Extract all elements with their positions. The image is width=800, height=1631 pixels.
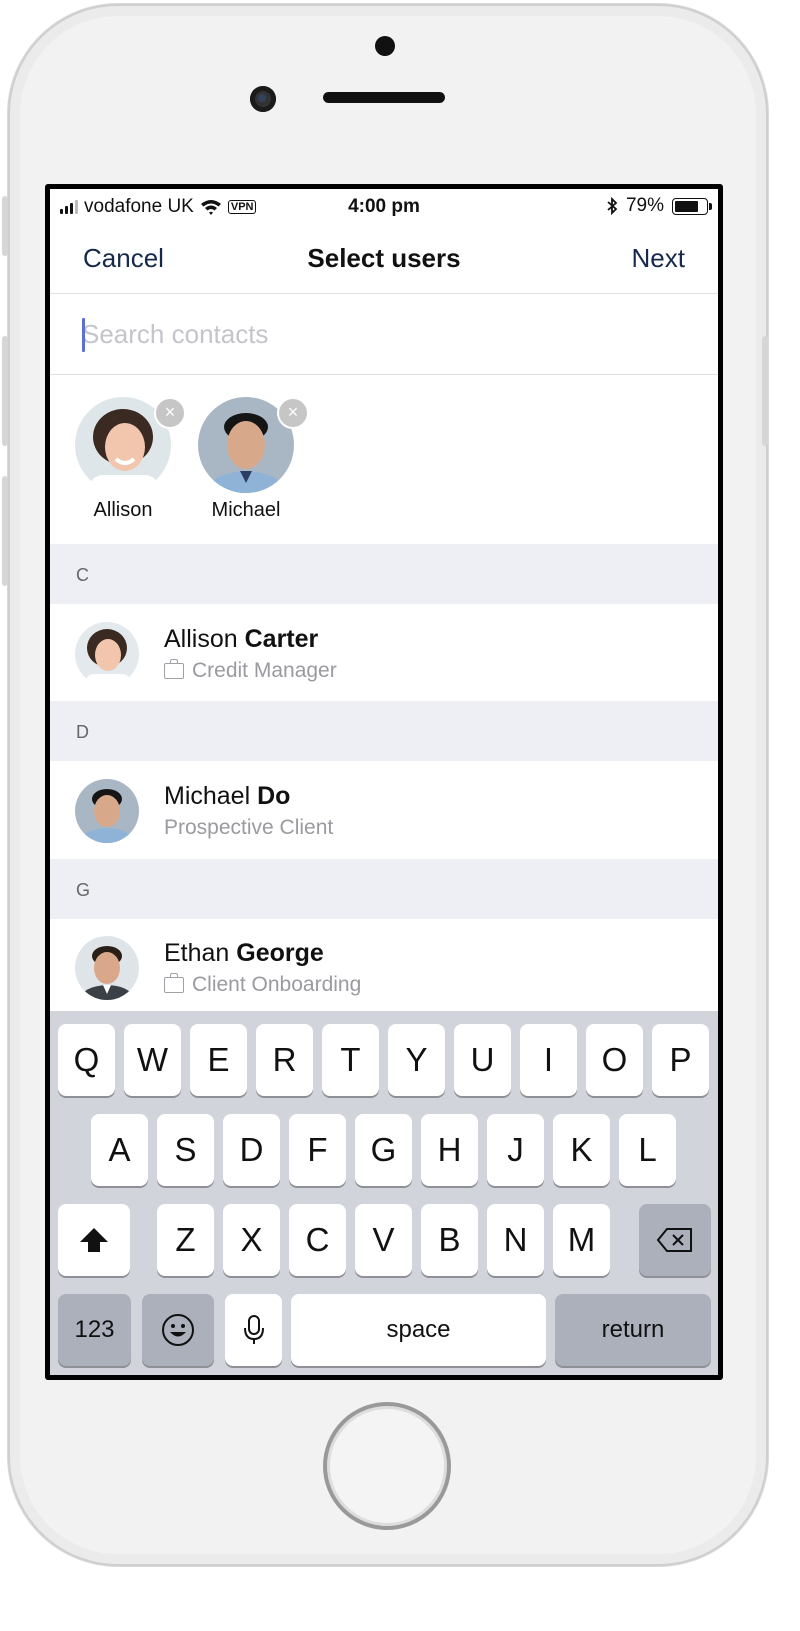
battery-percent: 79% <box>625 195 664 216</box>
avatar <box>75 622 139 686</box>
key-k[interactable]: K <box>553 1114 610 1186</box>
remove-chip-button[interactable]: × <box>277 397 309 429</box>
section-header: G <box>50 859 718 919</box>
key-c[interactable]: C <box>289 1204 346 1276</box>
status-bar: vodafone UK VPN 4:00 pm 79% <box>50 189 718 225</box>
section-header: C <box>50 544 718 604</box>
front-camera <box>250 86 276 112</box>
key-p[interactable]: P <box>652 1024 709 1096</box>
section-letter: C <box>76 565 89 585</box>
section-letter: D <box>76 722 89 742</box>
search-input[interactable] <box>82 316 682 352</box>
numbers-key[interactable]: 123 <box>58 1294 131 1366</box>
emoji-key[interactable] <box>142 1294 214 1366</box>
volume-up-button <box>2 336 8 446</box>
volume-down-button <box>2 476 8 586</box>
key-g[interactable]: G <box>355 1114 412 1186</box>
key-e[interactable]: E <box>190 1024 247 1096</box>
dictation-key[interactable] <box>225 1294 282 1366</box>
proximity-sensor <box>375 36 395 56</box>
key-f[interactable]: F <box>289 1114 346 1186</box>
key-l[interactable]: L <box>619 1114 676 1186</box>
emoji-icon <box>162 1314 194 1346</box>
key-u[interactable]: U <box>454 1024 511 1096</box>
key-r[interactable]: R <box>256 1024 313 1096</box>
key-v[interactable]: V <box>355 1204 412 1276</box>
remove-chip-button[interactable]: × <box>154 397 186 429</box>
key-w[interactable]: W <box>124 1024 181 1096</box>
key-b[interactable]: B <box>421 1204 478 1276</box>
page-title: Select users <box>307 243 461 273</box>
shift-key[interactable] <box>58 1204 130 1276</box>
selected-user-chip[interactable]: × Michael <box>191 397 309 522</box>
avatar <box>75 779 139 843</box>
bluetooth-icon <box>607 197 618 215</box>
earpiece-speaker <box>323 92 445 103</box>
key-h[interactable]: H <box>421 1114 478 1186</box>
contact-name: Allison Carter <box>164 625 319 653</box>
shift-icon <box>80 1228 108 1252</box>
power-button <box>762 336 768 446</box>
chip-name: Michael <box>211 499 281 521</box>
key-q[interactable]: Q <box>58 1024 115 1096</box>
on-screen-keyboard: Q W E R T Y U I O P A S D F G H J K L Z … <box>50 1011 718 1375</box>
key-y[interactable]: Y <box>388 1024 445 1096</box>
delete-key[interactable] <box>639 1204 711 1276</box>
key-n[interactable]: N <box>487 1204 544 1276</box>
home-button[interactable] <box>323 1402 451 1530</box>
contact-subtitle: Client Onboarding <box>164 973 361 997</box>
key-t[interactable]: T <box>322 1024 379 1096</box>
section-header: D <box>50 701 718 761</box>
contact-subtitle: Prospective Client <box>164 816 334 839</box>
briefcase-icon <box>164 659 184 679</box>
contact-name: Michael Do <box>164 782 291 810</box>
contact-row[interactable]: Michael Do Prospective Client <box>50 762 718 858</box>
chip-name: Allison <box>93 499 153 521</box>
key-a[interactable]: A <box>91 1114 148 1186</box>
contact-row[interactable]: Ethan George Client Onboarding <box>50 919 718 1015</box>
key-j[interactable]: J <box>487 1114 544 1186</box>
section-letter: G <box>76 880 91 900</box>
key-d[interactable]: D <box>223 1114 280 1186</box>
search-bar <box>50 294 718 375</box>
key-o[interactable]: O <box>586 1024 643 1096</box>
selected-user-chip[interactable]: × Allison <box>68 397 186 522</box>
contact-subtitle: Credit Manager <box>164 659 337 683</box>
battery-icon <box>672 197 712 215</box>
key-m[interactable]: M <box>553 1204 610 1276</box>
navigation-bar: Cancel Select users Next <box>50 225 718 294</box>
return-key[interactable]: return <box>555 1294 711 1366</box>
mute-switch <box>2 196 8 256</box>
backspace-icon <box>656 1228 692 1252</box>
contact-name: Ethan George <box>164 939 324 967</box>
selected-users: × Allison × Michael <box>50 375 718 543</box>
key-x[interactable]: X <box>223 1204 280 1276</box>
microphone-icon <box>243 1315 264 1344</box>
avatar <box>75 936 139 1000</box>
key-z[interactable]: Z <box>157 1204 214 1276</box>
briefcase-icon <box>164 973 184 993</box>
key-i[interactable]: I <box>520 1024 577 1096</box>
key-s[interactable]: S <box>157 1114 214 1186</box>
text-cursor <box>82 318 85 352</box>
space-key[interactable]: space <box>291 1294 546 1366</box>
next-button[interactable]: Next <box>632 243 685 274</box>
app-screen: vodafone UK VPN 4:00 pm 79% Cancel Selec… <box>50 189 718 1375</box>
contact-row[interactable]: Allison Carter Credit Manager <box>50 605 718 701</box>
